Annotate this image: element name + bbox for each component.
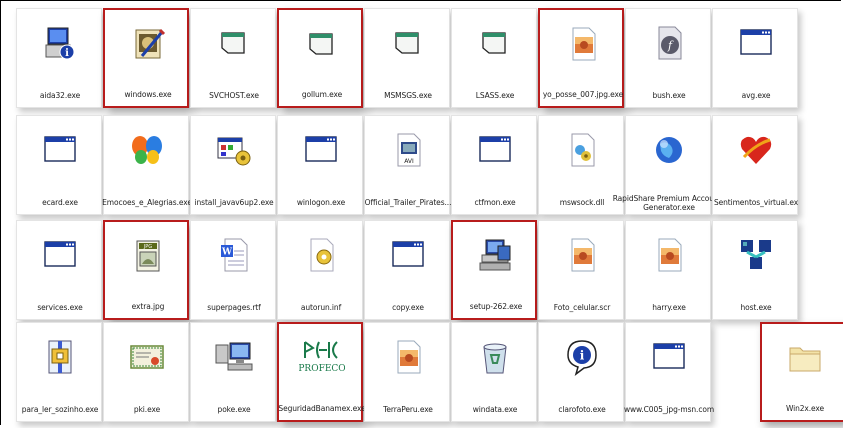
certificate-icon (127, 337, 167, 377)
installer-icon (214, 130, 254, 170)
profeco-logo-icon: PROFECO (298, 338, 346, 378)
file-item-0-8[interactable]: avg.exe (712, 8, 798, 108)
svg-text:i: i (65, 48, 69, 59)
flash-file-icon: f (649, 23, 689, 63)
icon-tile: services.exe (16, 220, 102, 320)
application-window-icon (40, 235, 80, 275)
icon-tile: copy.exe (364, 220, 450, 320)
icon-tile: LSASS.exe (451, 8, 537, 108)
msn-butterfly-icon (127, 130, 167, 170)
jpg-file-icon: JPG (128, 236, 168, 276)
file-item-3-7[interactable]: www.C005_jpg-msn.com (624, 322, 714, 422)
application-window-icon (388, 235, 428, 275)
file-name-label: Win2x.exe (785, 404, 825, 413)
file-item-3-8[interactable]: Win2x.exe (760, 322, 843, 422)
window-icon (302, 24, 342, 64)
application-window-icon (475, 130, 515, 170)
file-name-label: host.exe (740, 303, 772, 312)
network-cubes-icon (736, 235, 776, 275)
file-item-0-2[interactable]: SVCHOST.exe (190, 8, 276, 108)
icon-tile: host.exe (712, 220, 798, 320)
image-file-icon (562, 235, 602, 275)
dll-file-icon (562, 130, 602, 170)
file-name-label: www.C005_jpg-msn.com (623, 405, 715, 414)
icon-tile: avg.exe (712, 8, 798, 108)
icon-tile: poke.exe (190, 322, 276, 422)
file-item-3-2[interactable]: poke.exe (190, 322, 276, 422)
svg-text:i: i (580, 349, 585, 363)
picture-edit-icon (128, 24, 168, 64)
icon-tile: www.C005_jpg-msn.com (624, 322, 714, 422)
window-icon (214, 23, 254, 63)
icon-tile: i aida32.exe (16, 8, 102, 108)
image-file-icon (649, 235, 689, 275)
image-file-icon (563, 24, 603, 64)
file-item-0-5[interactable]: LSASS.exe (451, 8, 537, 108)
svg-text:W: W (221, 248, 233, 258)
application-window-icon (649, 337, 689, 377)
file-item-1-8[interactable]: Sentimentos_virtual.ex (712, 115, 798, 215)
file-item-2-4[interactable]: copy.exe (364, 220, 450, 320)
info-balloon-icon: i (562, 337, 602, 377)
file-name-label: avg.exe (741, 91, 771, 100)
globe-icon (649, 130, 689, 170)
icon-tile: Sentimentos_virtual.ex (712, 115, 798, 215)
recycle-bin-icon (475, 337, 515, 377)
heart-icon (736, 130, 776, 170)
compressed-file-icon (40, 337, 80, 377)
file-item-2-8[interactable]: host.exe (712, 220, 798, 320)
image-file-icon (388, 337, 428, 377)
window-icon (475, 23, 515, 63)
computers-icon (214, 337, 254, 377)
svg-text:JPG: JPG (143, 244, 152, 250)
window-icon (388, 23, 428, 63)
word-document-icon: W (214, 235, 254, 275)
computer-info-icon: i (40, 23, 80, 63)
application-window-icon (301, 130, 341, 170)
svg-text:PROFECO: PROFECO (299, 364, 345, 374)
icon-tile: SVCHOST.exe (190, 8, 276, 108)
svg-text:AVI: AVI (404, 158, 414, 165)
settings-file-icon (301, 235, 341, 275)
highlight-frame: Win2x.exe (760, 322, 843, 422)
application-window-icon (736, 23, 776, 63)
file-name-label: Sentimentos_virtual.ex (713, 198, 799, 207)
file-item-0-0[interactable]: i aida32.exe (16, 8, 102, 108)
file-item-2-0[interactable]: services.exe (16, 220, 102, 320)
setup-computer-icon (476, 236, 516, 276)
folder-icon (785, 338, 825, 378)
application-window-icon (40, 130, 80, 170)
avi-file-icon: AVI (388, 130, 428, 170)
